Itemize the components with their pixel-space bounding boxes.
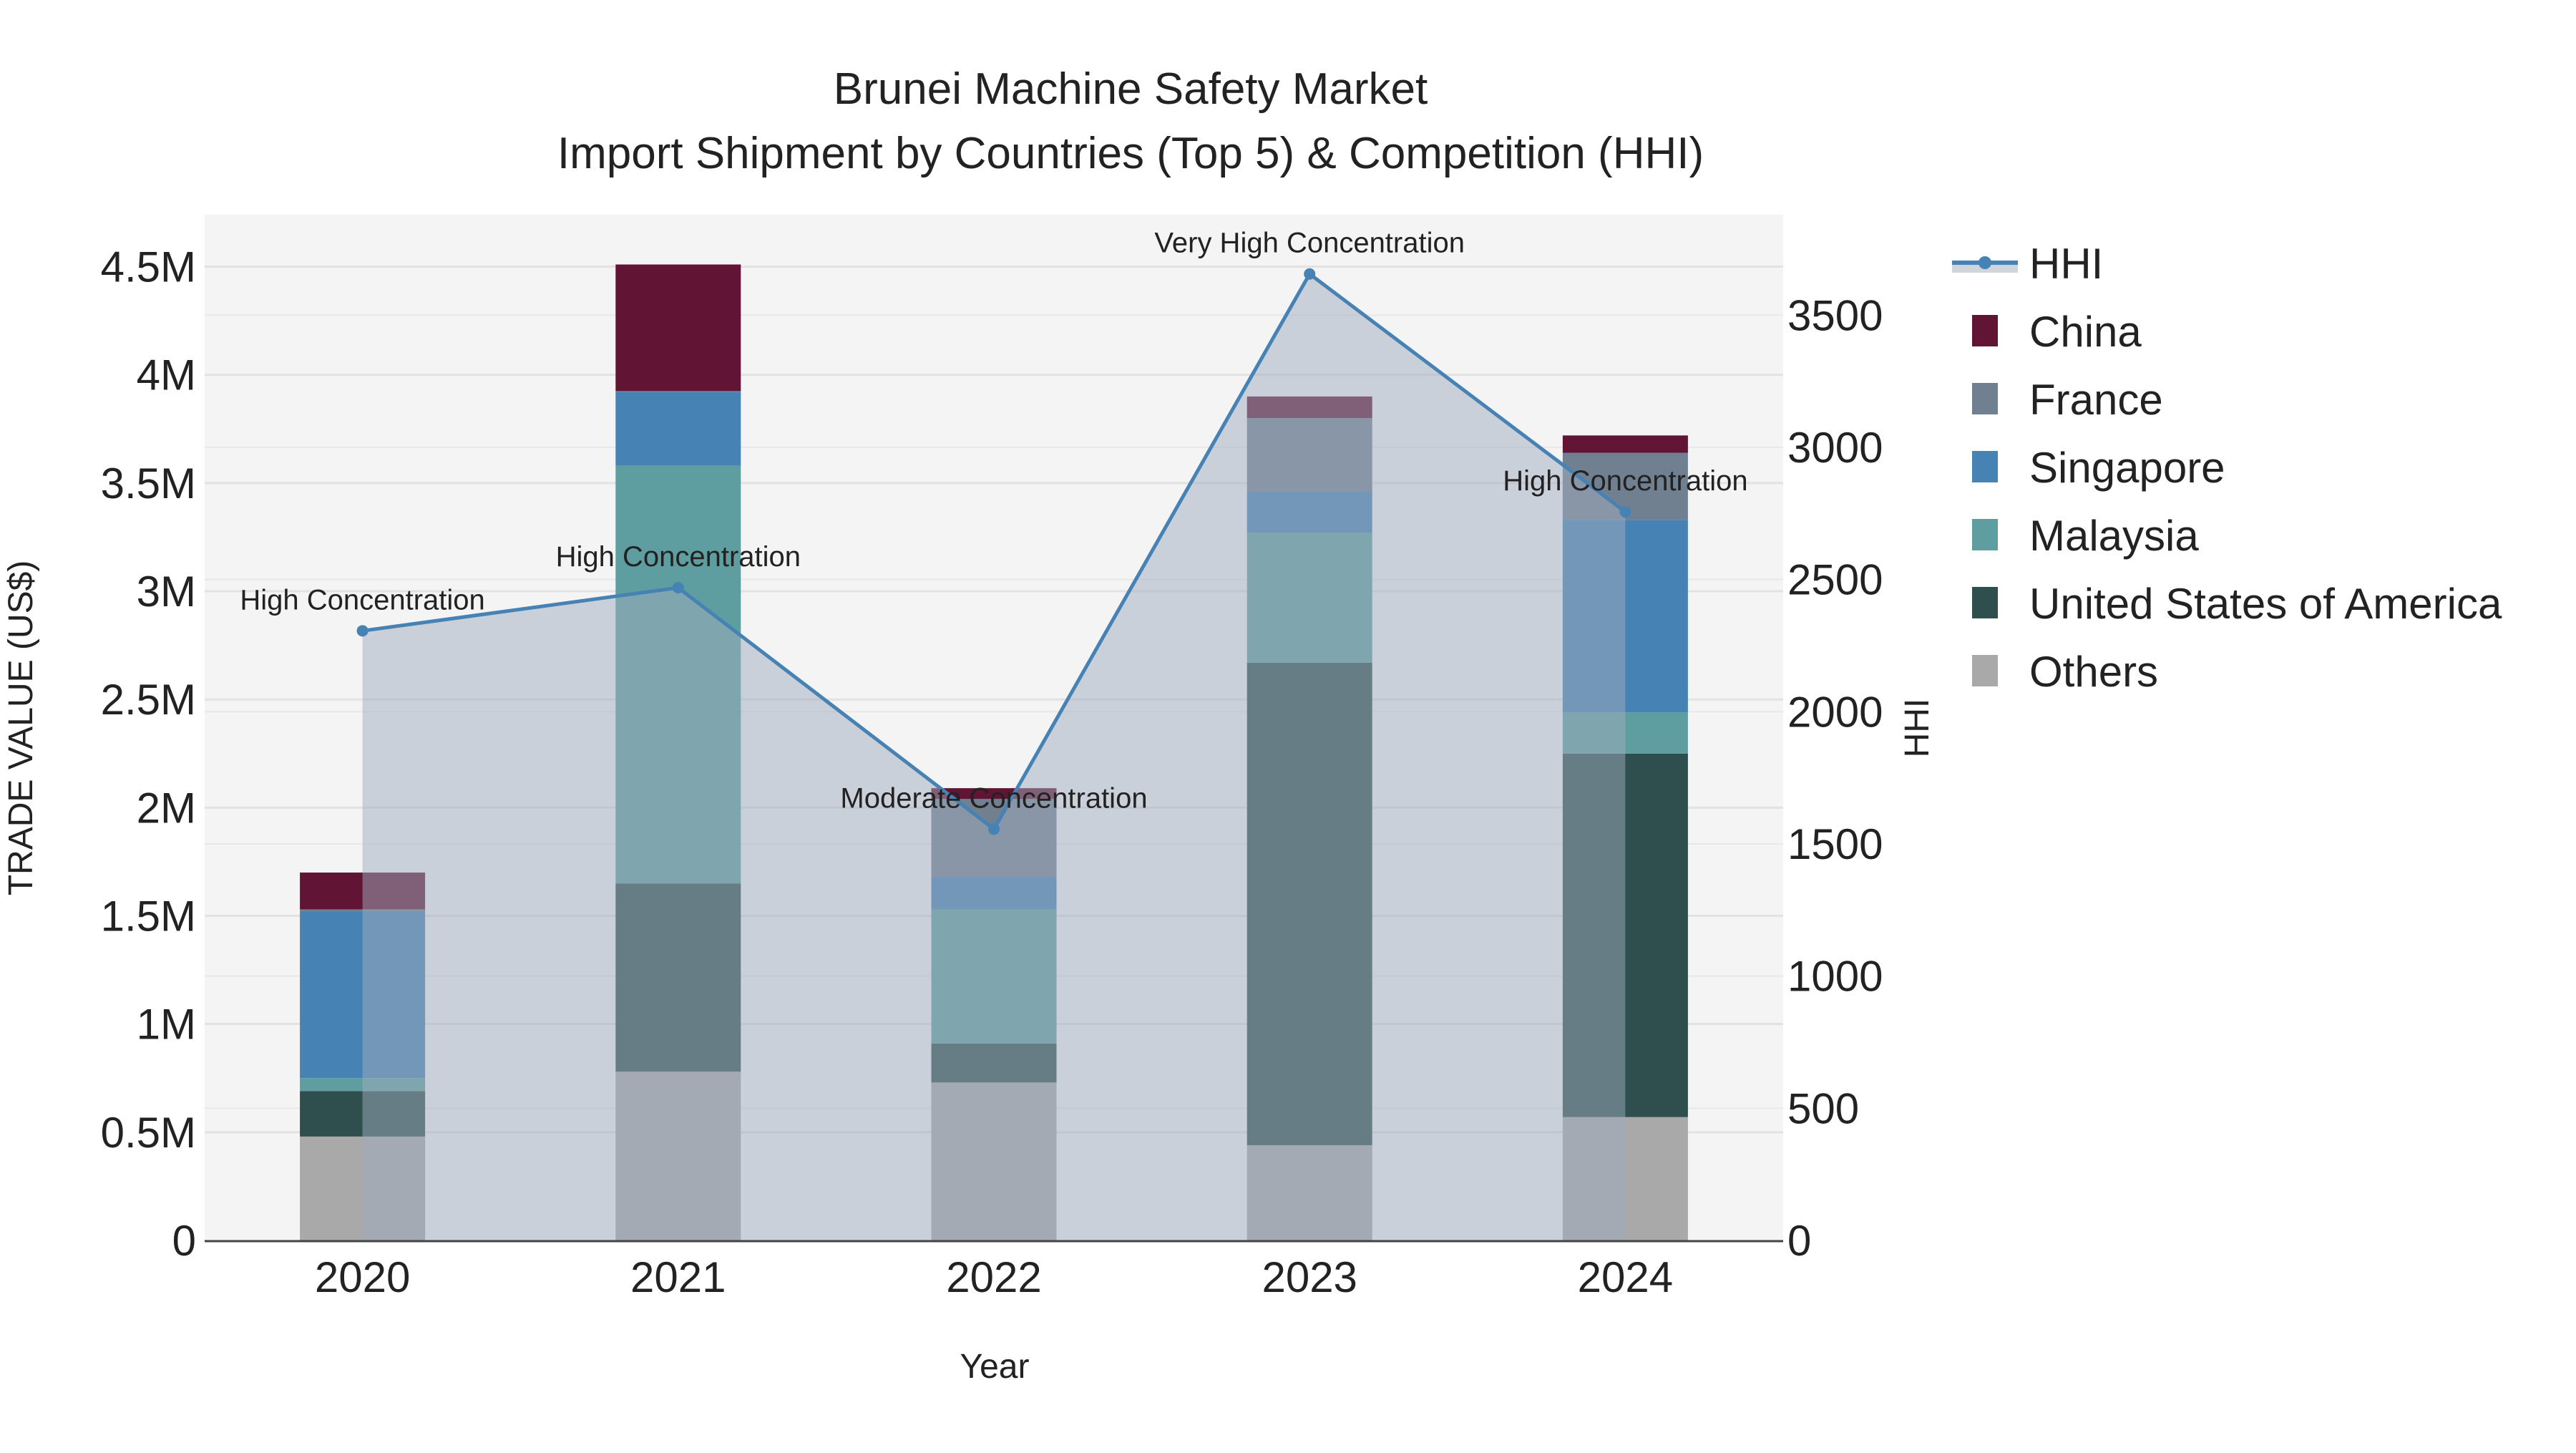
bar-china-2021 [615, 264, 741, 392]
y2-tick-label: 1500 [1787, 820, 1883, 868]
y2-tick-label: 3500 [1787, 291, 1883, 339]
legend-label-united-states-of-america: United States of America [2029, 580, 2502, 628]
y2-tick-label: 2000 [1787, 688, 1883, 736]
legend: HHI China France Singapore Malaysia United St… [1952, 240, 2502, 696]
x-tick-label: 2020 [315, 1253, 410, 1301]
hhi-point-2021 [672, 582, 684, 594]
legend-label-malaysia: Malaysia [2029, 512, 2199, 560]
hhi-annotation: Very High Concentration [1154, 228, 1465, 259]
y-tick-label: 0.5M [101, 1109, 196, 1157]
legend-swatch-china [1972, 315, 1998, 346]
hhi-annotation: Moderate Concentration [840, 782, 1147, 814]
y-tick-label: 2.5M [101, 676, 196, 724]
y-tick-label: 2M [137, 784, 196, 832]
y-tick-label: 0 [172, 1217, 196, 1265]
legend-label-singapore: Singapore [2029, 444, 2225, 492]
y2-axis-title: HHI [1898, 699, 1936, 758]
y2-tick-label: 1000 [1787, 953, 1883, 1001]
chart-subtitle: Import Shipment by Countries (Top 5) & C… [557, 129, 1704, 178]
legend-swatch-others [1972, 655, 1998, 686]
legend-swatch-united-states-of-america [1972, 587, 1998, 618]
y2-tick-label: 0 [1787, 1217, 1811, 1265]
legend-label-china: China [2029, 308, 2142, 356]
legend-hhi-marker [1979, 256, 1991, 269]
y-axis-ticks: 0 0.5M 1M 1.5M 2M 2.5M 3M 3.5M 4M 4.5M [101, 243, 196, 1265]
hhi-point-2020 [356, 625, 369, 637]
legend-label-others: Others [2029, 648, 2158, 696]
hhi-point-2024 [1619, 506, 1631, 518]
x-axis-ticks: 2020 2021 2022 2023 2024 [315, 1253, 1673, 1301]
hhi-annotation: High Concentration [1503, 465, 1747, 497]
x-tick-label: 2022 [946, 1253, 1041, 1301]
hhi-point-2022 [988, 823, 1000, 835]
y2-tick-label: 2500 [1787, 556, 1883, 604]
bar-china-2024 [1562, 435, 1688, 453]
y-tick-label: 3M [137, 568, 196, 616]
y-tick-label: 3.5M [101, 460, 196, 507]
x-tick-label: 2024 [1578, 1253, 1673, 1301]
x-axis-title: Year [960, 1348, 1030, 1386]
legend-label-hhi: HHI [2029, 240, 2103, 288]
x-tick-label: 2021 [630, 1253, 726, 1301]
hhi-point-2023 [1304, 268, 1316, 280]
x-tick-label: 2023 [1262, 1253, 1357, 1301]
y2-axis-ticks: 0 500 1000 1500 2000 2500 3000 3500 [1787, 291, 1883, 1265]
legend-swatch-malaysia [1972, 519, 1998, 550]
chart-title: Brunei Machine Safety Market [834, 64, 1428, 114]
legend-swatch-france [1972, 383, 1998, 414]
y-tick-label: 4M [137, 351, 196, 399]
y-axis-title: TRADE VALUE (US$) [2, 560, 40, 896]
bar-france-2021 [615, 391, 741, 392]
legend-label-france: France [2029, 376, 2163, 424]
chart: Brunei Machine Safety Market Import Ship… [2, 64, 2502, 1386]
hhi-annotation: High Concentration [556, 541, 801, 573]
hhi-annotation: High Concentration [240, 584, 484, 616]
legend-swatch-singapore [1972, 451, 1998, 482]
bar-singapore-2021 [615, 392, 741, 466]
y-tick-label: 1.5M [101, 893, 196, 941]
y-tick-label: 1M [137, 1001, 196, 1049]
y2-tick-label: 500 [1787, 1084, 1859, 1132]
y2-tick-label: 3000 [1787, 424, 1883, 472]
y-tick-label: 4.5M [101, 243, 196, 291]
